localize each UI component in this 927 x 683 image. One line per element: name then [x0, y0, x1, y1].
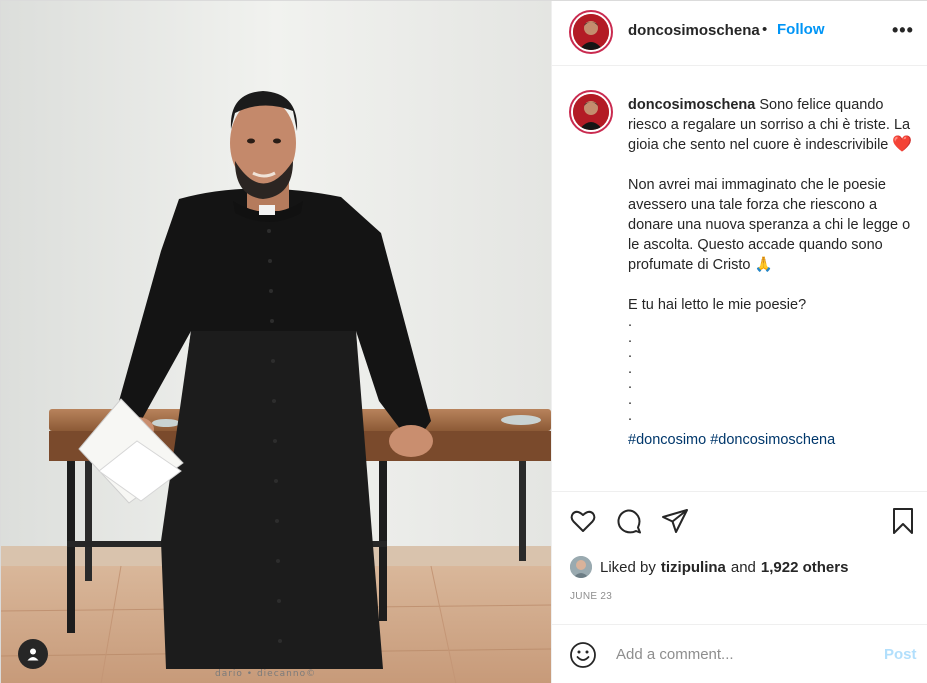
caption-dot: .: [628, 329, 633, 346]
post-header: doncosimoschena • Follow •••: [552, 1, 927, 66]
caption-dot: .: [628, 360, 633, 377]
likes-summary: Liked by tizipulina and 1,922 others: [570, 555, 848, 579]
user-tag-button[interactable]: [18, 639, 48, 669]
caption-username[interactable]: doncosimoschena: [628, 97, 755, 113]
caption-dot: .: [628, 376, 633, 393]
hashtag-link-doncosimo[interactable]: #doncosimo: [628, 432, 706, 448]
post-side-panel: doncosimoschena • Follow ••• doncosimosc…: [551, 1, 927, 683]
post-comment-button[interactable]: Post: [884, 646, 917, 663]
caption-dot: .: [628, 314, 633, 330]
comment-button[interactable]: [614, 506, 644, 536]
caption-dots: . . . . . . .: [628, 314, 918, 424]
avatar-image: [573, 14, 609, 50]
photo-watermark: dario • diecanno©: [215, 669, 317, 679]
caption-dot: .: [628, 407, 633, 424]
header-separator: •: [762, 21, 768, 38]
paper-plane-icon: [662, 509, 688, 533]
bookmark-icon: [893, 508, 913, 534]
caption-dot: .: [628, 391, 633, 408]
save-button[interactable]: [888, 506, 918, 536]
caption-dot: .: [628, 345, 633, 362]
comment-input[interactable]: [616, 642, 871, 666]
action-bar: [552, 491, 927, 551]
caption-paragraph-3: E tu hai letto le mie poesie?: [628, 297, 807, 313]
follow-button[interactable]: Follow: [777, 21, 825, 38]
hashtag-link-doncosimoschena[interactable]: #doncosimoschena: [710, 432, 835, 448]
smiley-face-icon: [570, 642, 596, 668]
more-options-icon[interactable]: •••: [892, 20, 914, 41]
liker-username[interactable]: tizipulina: [661, 559, 726, 576]
post-caption: doncosimoschena Sono felice quando riesc…: [628, 95, 918, 450]
heart-emoji-icon: ❤️: [892, 136, 913, 153]
comments-area[interactable]: doncosimoschena Sono felice quando riesc…: [552, 67, 927, 491]
author-avatar[interactable]: [569, 10, 613, 54]
post-date[interactable]: JUNE 23: [570, 591, 612, 602]
add-comment-bar: Post: [552, 624, 927, 683]
liker-avatar-image: [570, 556, 592, 578]
emoji-picker-button[interactable]: [569, 641, 597, 669]
liker-avatar[interactable]: [570, 556, 592, 578]
share-button[interactable]: [660, 506, 690, 536]
likes-conjunction: and: [730, 558, 756, 576]
comment-bubble-icon: [617, 509, 641, 534]
avatar-image: [573, 94, 609, 130]
caption-author-avatar[interactable]: [569, 90, 613, 134]
likes-prefix: Liked by: [600, 558, 656, 576]
author-username[interactable]: doncosimoschena: [628, 22, 760, 39]
post-photo[interactable]: dario • diecanno©: [1, 1, 551, 683]
instagram-post: dario • diecanno© doncosimoschena • Foll…: [0, 0, 927, 683]
likes-others-count[interactable]: 1,922 others: [761, 559, 849, 576]
caption-hashtags: #doncosimo #doncosimoschena: [628, 430, 918, 450]
user-tag-icon: [27, 648, 39, 661]
priest-on-bench-image: [1, 1, 551, 683]
praying-hands-emoji-icon: 🙏: [754, 257, 773, 273]
like-button[interactable]: [568, 506, 598, 536]
heart-outline-icon: [570, 510, 596, 532]
